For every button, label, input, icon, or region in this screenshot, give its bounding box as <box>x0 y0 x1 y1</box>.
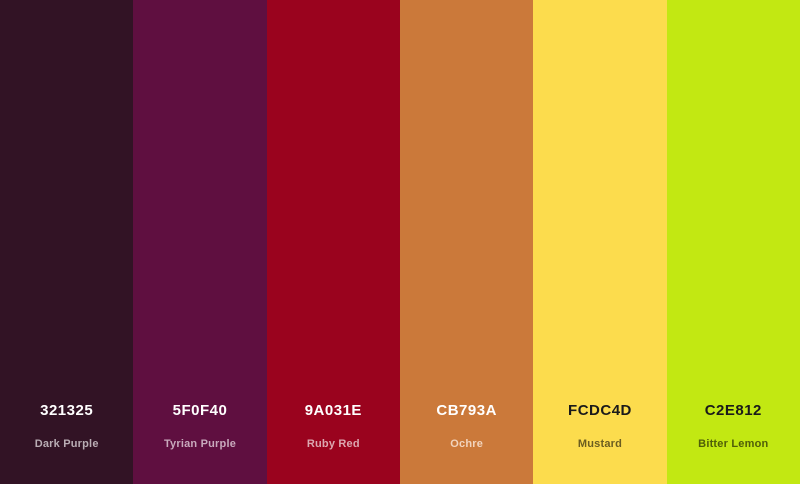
swatch-hex-code: 5F0F40 <box>172 402 228 419</box>
swatch-mustard[interactable]: FCDC4D Mustard <box>533 0 667 484</box>
swatch-hex-code: CB793A <box>436 402 497 419</box>
swatch-hex-code: 321325 <box>40 402 94 419</box>
swatch-color-name: Bitter Lemon <box>698 438 769 450</box>
swatch-color-name: Ochre <box>450 438 484 450</box>
swatch-tyrian-purple[interactable]: 5F0F40 Tyrian Purple <box>133 0 267 484</box>
swatch-ochre[interactable]: CB793A Ochre <box>399 0 534 484</box>
swatch-hex-code: C2E812 <box>704 402 762 419</box>
color-palette: 321325 Dark Purple 5F0F40 Tyrian Purple … <box>0 0 800 484</box>
swatch-bitter-lemon[interactable]: C2E812 Bitter Lemon <box>666 0 800 484</box>
swatch-hex-code: 9A031E <box>304 402 362 419</box>
swatch-color-name: Ruby Red <box>306 438 360 450</box>
swatch-dark-purple[interactable]: 321325 Dark Purple <box>0 0 134 484</box>
swatch-color-name: Tyrian Purple <box>163 438 237 450</box>
swatch-ruby-red[interactable]: 9A031E Ruby Red <box>266 0 400 484</box>
swatch-color-name: Mustard <box>577 438 623 450</box>
swatch-hex-code: FCDC4D <box>568 402 632 419</box>
swatch-color-name: Dark Purple <box>34 438 99 450</box>
